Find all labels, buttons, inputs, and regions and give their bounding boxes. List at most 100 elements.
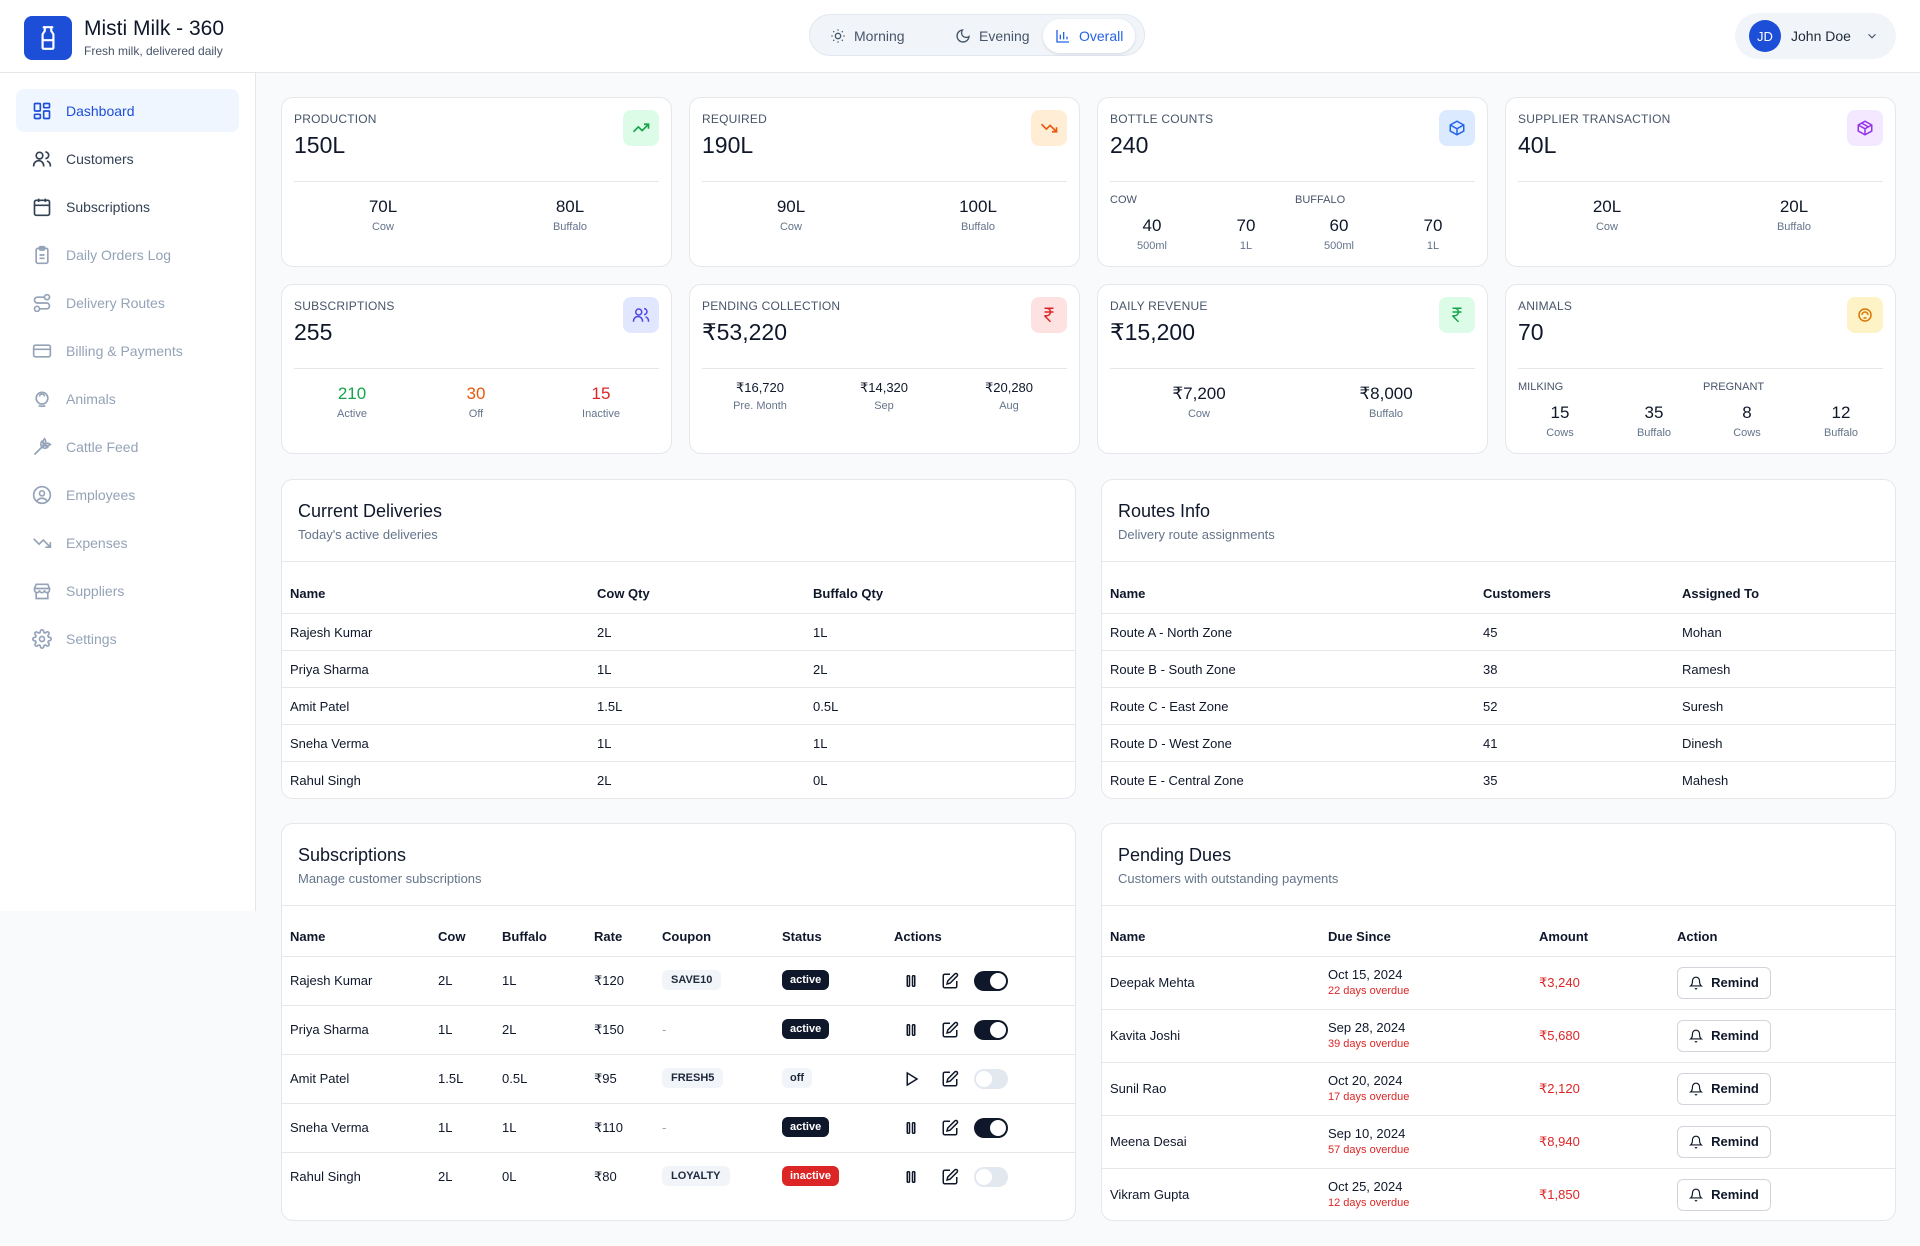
pause-icon[interactable] — [902, 1168, 920, 1186]
panel-subtitle: Today's active deliveries — [298, 527, 438, 542]
panel-title: Current Deliveries — [298, 501, 443, 521]
store-icon — [33, 583, 51, 599]
remind-label: Remind — [1711, 1081, 1759, 1096]
overdue-label: 12 days overdue — [1328, 1196, 1410, 1209]
panel-subtitle: Manage customer subscriptions — [298, 871, 482, 886]
divider — [282, 905, 1075, 906]
shift-morning-label: Morning — [854, 28, 905, 44]
shift-switcher: Morning Evening Overall — [809, 14, 1145, 56]
shift-evening-label: Evening — [979, 28, 1030, 44]
cell-name: Deepak Mehta — [1110, 974, 1195, 990]
cell-buffalo: 0L — [502, 1168, 517, 1184]
remind-button[interactable]: Remind — [1677, 1125, 1771, 1158]
status-toggle[interactable] — [974, 1117, 1008, 1138]
remind-button[interactable]: Remind — [1677, 1019, 1771, 1052]
status-toggle[interactable] — [974, 1019, 1008, 1040]
column-header: Assigned To — [1682, 586, 1760, 601]
divider — [294, 181, 659, 182]
column-header: Buffalo — [502, 929, 547, 944]
overdue-label: 57 days overdue — [1328, 1143, 1410, 1156]
sidebar-item-label: Employees — [66, 486, 136, 503]
trending-down-icon — [1031, 110, 1067, 146]
edit-icon[interactable] — [941, 1168, 959, 1186]
remind-button[interactable]: Remind — [1677, 1072, 1771, 1105]
column-header: Actions — [894, 929, 942, 944]
sidebar-item-subscriptions[interactable]: Subscriptions — [16, 185, 239, 228]
daily-revenue-card: DAILY REVENUE ₹15,200 ₹7,200 Cow ₹8,000 Bu… — [1097, 284, 1488, 454]
edit-icon[interactable] — [941, 972, 959, 990]
panel-title: Subscriptions — [298, 845, 407, 865]
column-header: Rate — [594, 929, 623, 944]
status-toggle[interactable] — [974, 1166, 1008, 1187]
bottle-buffalo-1l: 70 1L — [1423, 216, 1443, 252]
column-header: Due Since — [1328, 929, 1391, 944]
shift-overall-button[interactable]: Overall — [1043, 19, 1136, 53]
stat-value: 70 — [1518, 319, 1544, 345]
sidebar-item-settings[interactable]: Settings — [16, 617, 239, 660]
gear-icon — [32, 628, 52, 649]
animals-milking-label: MILKING — [1518, 381, 1564, 393]
bottle-counts-card: BOTTLE COUNTS 240 COW BUFFALO 40 500ml 70… — [1097, 97, 1488, 267]
divider — [1102, 613, 1895, 614]
production-card: PRODUCTION 150L 70L Cow 80L Buffalo — [281, 97, 672, 267]
cell-cow: 1L — [438, 1021, 453, 1037]
shift-morning-button[interactable]: Morning — [818, 19, 917, 53]
stat-label: PRODUCTION — [294, 112, 377, 126]
remind-button[interactable]: Remind — [1677, 1178, 1771, 1211]
subscriptions-inactive: 15 Inactive — [582, 384, 620, 420]
stat-label: SUPPLIER TRANSACTION — [1518, 112, 1671, 126]
column-header: Status — [782, 929, 822, 944]
cell-name: Rahul Singh — [290, 1168, 361, 1184]
remind-button[interactable]: Remind — [1677, 966, 1771, 999]
panel-subtitle: Delivery route assignments — [1118, 527, 1275, 542]
edit-icon[interactable] — [941, 1021, 959, 1039]
sidebar-item-cattle-feed[interactable]: Cattle Feed — [16, 425, 239, 468]
avatar: JD — [1749, 20, 1781, 52]
milking-buffalo: 35 Buffalo — [1636, 403, 1672, 439]
column-header: Cow Qty — [597, 586, 650, 601]
sidebar-item-employees[interactable]: Employees — [16, 473, 239, 516]
sidebar-item-dashboard[interactable]: Dashboard — [16, 89, 239, 132]
sidebar-item-customers[interactable]: Customers — [16, 137, 239, 180]
pending-sep: ₹14,320 Sep — [859, 380, 909, 412]
sidebar-item-daily-orders-log[interactable]: Daily Orders Log — [16, 233, 239, 276]
status-badge: off — [782, 1067, 813, 1088]
cell-cow: 1L — [438, 1119, 453, 1135]
bottle-cow-1l: 70 1L — [1236, 216, 1256, 252]
pause-icon[interactable] — [902, 1021, 920, 1039]
stat-value: ₹53,220 — [702, 319, 787, 345]
edit-icon[interactable] — [941, 1119, 959, 1137]
edit-icon[interactable] — [941, 1070, 959, 1088]
remind-label: Remind — [1711, 1134, 1759, 1149]
sidebar-item-expenses[interactable]: Expenses — [16, 521, 239, 564]
divider — [1102, 905, 1895, 906]
pending-collection-card: PENDING COLLECTION ₹53,220 ₹16,720 Pre. M… — [689, 284, 1080, 454]
status-toggle[interactable] — [974, 970, 1008, 991]
sidebar-item-animals[interactable]: Animals — [16, 377, 239, 420]
required-cow: 90L Cow — [776, 197, 806, 233]
overdue-label: 39 days overdue — [1328, 1037, 1410, 1050]
sidebar-item-label: Suppliers — [66, 582, 125, 599]
shift-evening-button[interactable]: Evening — [943, 19, 1042, 53]
pause-icon[interactable] — [902, 1119, 920, 1137]
sidebar-item-delivery-routes[interactable]: Delivery Routes — [16, 281, 239, 324]
divider — [1102, 956, 1895, 957]
cell-amount: ₹2,120 — [1539, 1080, 1580, 1096]
bottle-cow-label: COW — [1110, 194, 1137, 206]
sidebar-item-suppliers[interactable]: Suppliers — [16, 569, 239, 612]
routes-info-panel: Routes Info Delivery route assignments N… — [1101, 479, 1896, 799]
sidebar-item-billing-payments[interactable]: Billing & Payments — [16, 329, 239, 372]
sidebar-item-label: Subscriptions — [66, 198, 151, 215]
clipboard-icon — [35, 245, 49, 264]
cell-rate: ₹110 — [594, 1119, 623, 1135]
user-menu[interactable]: JD John Doe — [1735, 13, 1896, 59]
supplier-transaction-card: SUPPLIER TRANSACTION 40L 20L Cow 20L Buffa… — [1505, 97, 1896, 267]
status-toggle[interactable] — [974, 1068, 1008, 1089]
pause-icon[interactable] — [902, 972, 920, 990]
pending-prev-month: ₹16,720 Pre. Month — [733, 380, 787, 412]
play-icon[interactable] — [902, 1070, 920, 1088]
cell-amount: ₹1,850 — [1539, 1186, 1580, 1202]
trending-down-icon — [33, 537, 52, 548]
overdue-label: 22 days overdue — [1328, 984, 1410, 997]
app-subtitle: Fresh milk, delivered daily — [84, 44, 223, 58]
